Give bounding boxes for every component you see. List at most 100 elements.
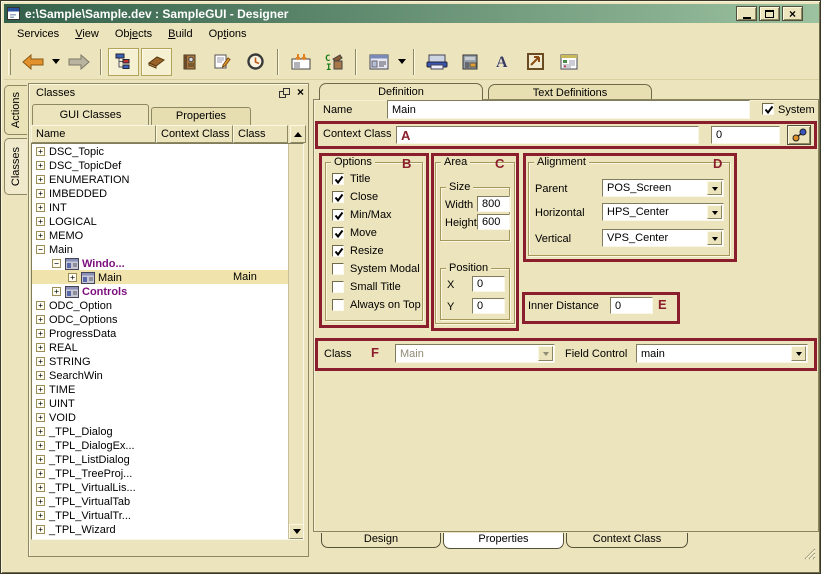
tree-row[interactable]: +_TPL_TreeProj...	[32, 466, 303, 480]
checkbox[interactable]	[332, 299, 344, 311]
float-panel-icon[interactable]	[279, 88, 290, 98]
scroll-up-button[interactable]	[290, 125, 306, 143]
column-header-class[interactable]: Class	[233, 125, 288, 143]
bottom-tab-properties[interactable]: Properties	[443, 533, 564, 549]
tree-row[interactable]: +ODC_Option	[32, 298, 303, 312]
tree-row[interactable]: +_TPL_DialogEx...	[32, 438, 303, 452]
toolbar-edit-source-button[interactable]	[207, 48, 238, 76]
tree-row[interactable]: +LOGICAL	[32, 214, 303, 228]
y-input[interactable]: 0	[472, 298, 505, 314]
x-input[interactable]: 0	[472, 276, 505, 292]
tree-row[interactable]: +INT	[32, 200, 303, 214]
combo-button[interactable]	[707, 205, 722, 219]
tree-row[interactable]: +_TPL_ListDialog	[32, 452, 303, 466]
class-combo-button[interactable]	[538, 346, 553, 361]
option-move[interactable]: Move	[332, 227, 421, 239]
expand-toggle-icon[interactable]: +	[36, 175, 45, 184]
bottom-tab-context-class[interactable]: Context Class	[566, 533, 688, 548]
horizontal-alignment-combo[interactable]: HPS_Center	[602, 203, 724, 221]
expand-toggle-icon[interactable]: +	[36, 441, 45, 450]
inner-distance-input[interactable]: 0	[610, 297, 653, 314]
column-header-context-class[interactable]: Context Class	[156, 125, 233, 143]
tree-row[interactable]: +IMBEDDED	[32, 186, 303, 200]
tree-row[interactable]: +MEMO	[32, 228, 303, 242]
tree-row[interactable]: +ENUMERATION	[32, 172, 303, 186]
tree-scrollbar[interactable]	[288, 144, 303, 539]
toolbar-import-window-button[interactable]	[285, 48, 316, 76]
context-class-number-input[interactable]: 0	[711, 126, 780, 144]
toolbar-forms-menu-button[interactable]	[395, 48, 408, 76]
close-panel-icon[interactable]: ×	[297, 86, 304, 98]
tree-row[interactable]: −Main	[32, 242, 303, 256]
checkbox[interactable]	[332, 227, 344, 239]
toolbar-forward-button[interactable]	[63, 48, 94, 76]
expand-toggle-icon[interactable]: +	[36, 413, 45, 422]
tree-row[interactable]: +ODC_Options	[32, 312, 303, 326]
field-control-combo[interactable]: main	[636, 344, 808, 363]
menu-objects[interactable]: Objects	[107, 26, 160, 42]
tree-row[interactable]: +VOID	[32, 410, 303, 424]
checkbox[interactable]	[332, 209, 344, 221]
width-input[interactable]: 800	[477, 196, 510, 212]
tab-properties[interactable]: Properties	[151, 107, 251, 125]
parent-alignment-combo[interactable]: POS_Screen	[602, 179, 724, 197]
tree-row[interactable]: +DSC_Topic	[32, 144, 303, 158]
option-resize[interactable]: Resize	[332, 245, 421, 257]
option-always-on-top[interactable]: Always on Top	[332, 299, 421, 311]
bottom-tab-design[interactable]: Design	[321, 533, 441, 548]
menu-view[interactable]: View	[67, 26, 107, 42]
toolbar-font-button[interactable]: A	[487, 48, 518, 76]
expand-toggle-icon[interactable]: +	[36, 497, 45, 506]
expand-toggle-icon[interactable]: +	[36, 315, 45, 324]
expand-toggle-icon[interactable]: +	[36, 189, 45, 198]
menu-build[interactable]: Build	[160, 26, 200, 42]
expand-toggle-icon[interactable]: +	[36, 329, 45, 338]
class-combo[interactable]: Main	[395, 344, 555, 363]
tree-row[interactable]: +REAL	[32, 340, 303, 354]
expand-toggle-icon[interactable]: +	[36, 511, 45, 520]
expand-toggle-icon[interactable]: +	[36, 231, 45, 240]
checkbox[interactable]	[332, 263, 344, 275]
toolbar-image-button[interactable]	[520, 48, 551, 76]
collapse-toggle-icon[interactable]: −	[36, 245, 45, 254]
expand-toggle-icon[interactable]: +	[36, 399, 45, 408]
expand-toggle-icon[interactable]: +	[36, 427, 45, 436]
option-min-max[interactable]: Min/Max	[332, 209, 421, 221]
minimize-button[interactable]	[736, 6, 757, 21]
toolbar-back-history-button[interactable]	[49, 48, 62, 76]
option-small-title[interactable]: Small Title	[332, 281, 421, 293]
tree-row[interactable]: +_TPL_VirtualLis...	[32, 480, 303, 494]
tree-row[interactable]: +_TPL_Dialog	[32, 424, 303, 438]
tree-row[interactable]: +TIME	[32, 382, 303, 396]
close-button[interactable]: ×	[782, 6, 803, 21]
option-system-modal[interactable]: System Modal	[332, 263, 421, 275]
expand-toggle-icon[interactable]: +	[36, 343, 45, 352]
menu-services[interactable]: Services	[9, 26, 67, 42]
scroll-down-button[interactable]	[289, 524, 304, 539]
toolbar-eraser-button[interactable]	[141, 48, 172, 76]
tree-row[interactable]: +STRING	[32, 354, 303, 368]
expand-toggle-icon[interactable]: +	[36, 301, 45, 310]
title-bar[interactable]: e:\Sample\Sample.dev : SampleGUI - Desig…	[4, 4, 819, 23]
tab-definition[interactable]: Definition	[319, 83, 483, 100]
expand-toggle-icon[interactable]: +	[36, 217, 45, 226]
combo-button[interactable]	[707, 231, 722, 245]
expand-toggle-icon[interactable]: +	[36, 385, 45, 394]
checkbox[interactable]	[332, 173, 344, 185]
context-class-link-button[interactable]	[787, 125, 811, 145]
collapse-toggle-icon[interactable]: −	[52, 259, 61, 268]
field-control-combo-button[interactable]	[791, 346, 806, 361]
tree-row[interactable]: +UINT	[32, 396, 303, 410]
vertical-alignment-combo[interactable]: VPS_Center	[602, 229, 724, 247]
dock-tab-actions[interactable]: Actions	[4, 85, 27, 135]
expand-toggle-icon[interactable]: +	[36, 469, 45, 478]
expand-toggle-icon[interactable]: +	[36, 203, 45, 212]
resize-grip[interactable]	[802, 546, 816, 560]
height-input[interactable]: 600	[477, 214, 510, 230]
checkbox[interactable]	[332, 245, 344, 257]
system-checkbox[interactable]	[762, 103, 774, 115]
toolbar-library-button[interactable]	[174, 48, 205, 76]
combo-button[interactable]	[707, 181, 722, 195]
tree-row[interactable]: +_TPL_VirtualTr...	[32, 508, 303, 522]
expand-toggle-icon[interactable]: +	[36, 525, 45, 534]
